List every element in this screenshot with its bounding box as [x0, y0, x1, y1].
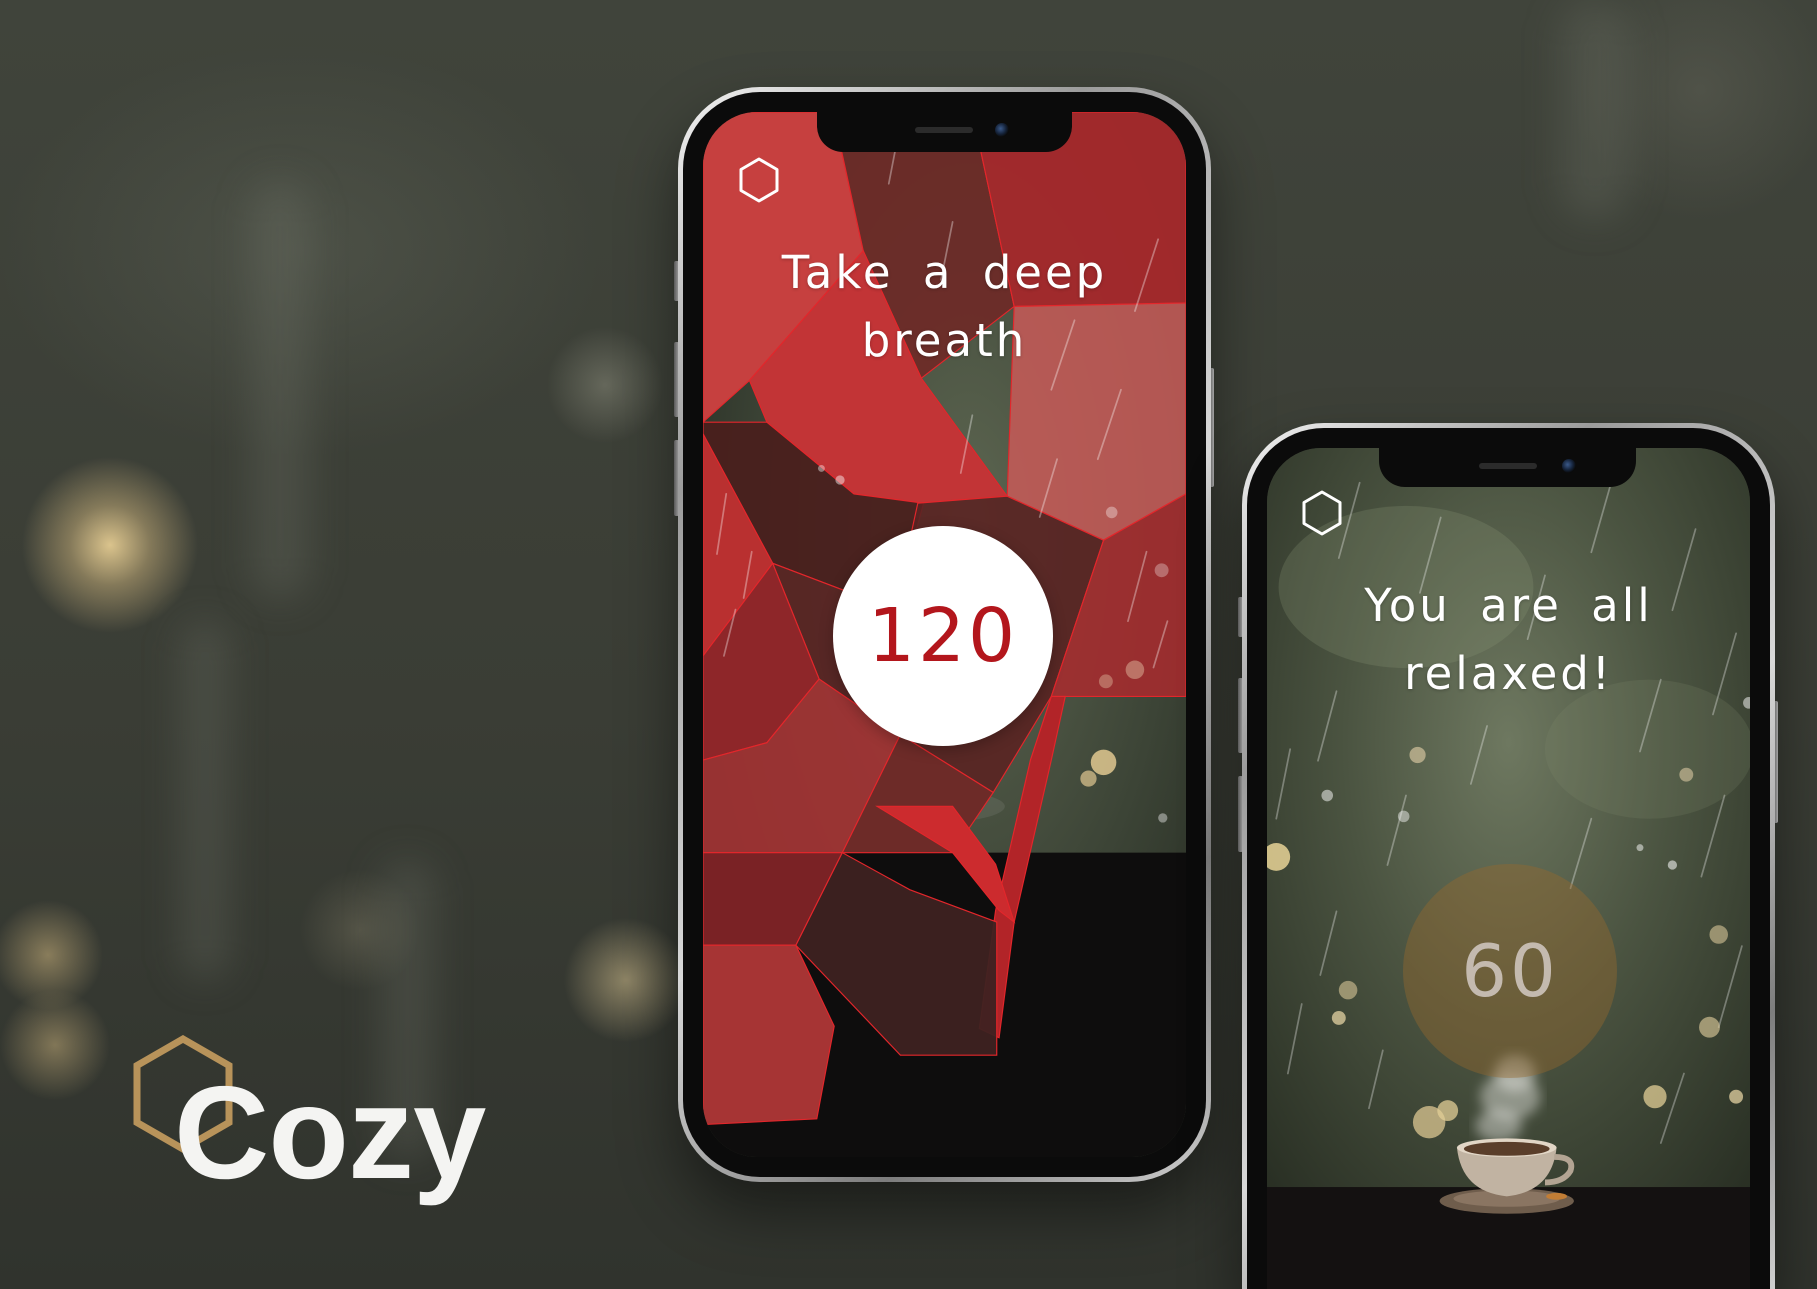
breath-counter-value: 120 [867, 593, 1019, 679]
front-camera [995, 123, 1009, 137]
background-blur [1560, 0, 1630, 220]
title-line: relaxed! [1404, 647, 1613, 700]
speaker-grille [1479, 463, 1537, 469]
cozy-logo: Cozy [133, 1035, 513, 1215]
relax-counter-circle[interactable]: 60 [1403, 864, 1617, 1078]
title-line: You are all [1364, 579, 1653, 632]
breathe-instruction: Take a deep breath [703, 239, 1186, 375]
background-blur [180, 620, 230, 980]
relaxed-screen: You are all relaxed! 60 [1267, 448, 1750, 1289]
hexagon-icon [739, 157, 779, 203]
brand-name: Cozy [174, 1059, 486, 1206]
title-line: breath [861, 314, 1028, 367]
phone-notch [1379, 448, 1636, 487]
speaker-grille [915, 127, 973, 133]
breathe-screen: Take a deep breath 120 [703, 112, 1186, 1157]
showcase-canvas: Take a deep breath 120 You are all relax… [0, 0, 1817, 1289]
phone-mockup-relaxed: You are all relaxed! 60 [1242, 423, 1775, 1289]
phone-mockup-breathe: Take a deep breath 120 [678, 87, 1211, 1182]
title-line: Take a deep [781, 246, 1108, 299]
relax-counter-value: 60 [1461, 929, 1559, 1013]
menu-hexagon-icon[interactable] [1301, 490, 1343, 536]
hexagon-icon [1302, 490, 1342, 536]
breath-counter-circle[interactable]: 120 [833, 526, 1053, 746]
phone-notch [817, 112, 1072, 152]
background-blur [250, 180, 310, 600]
menu-hexagon-icon[interactable] [738, 157, 780, 203]
front-camera [1562, 459, 1576, 473]
relaxed-message: You are all relaxed! [1267, 572, 1750, 708]
